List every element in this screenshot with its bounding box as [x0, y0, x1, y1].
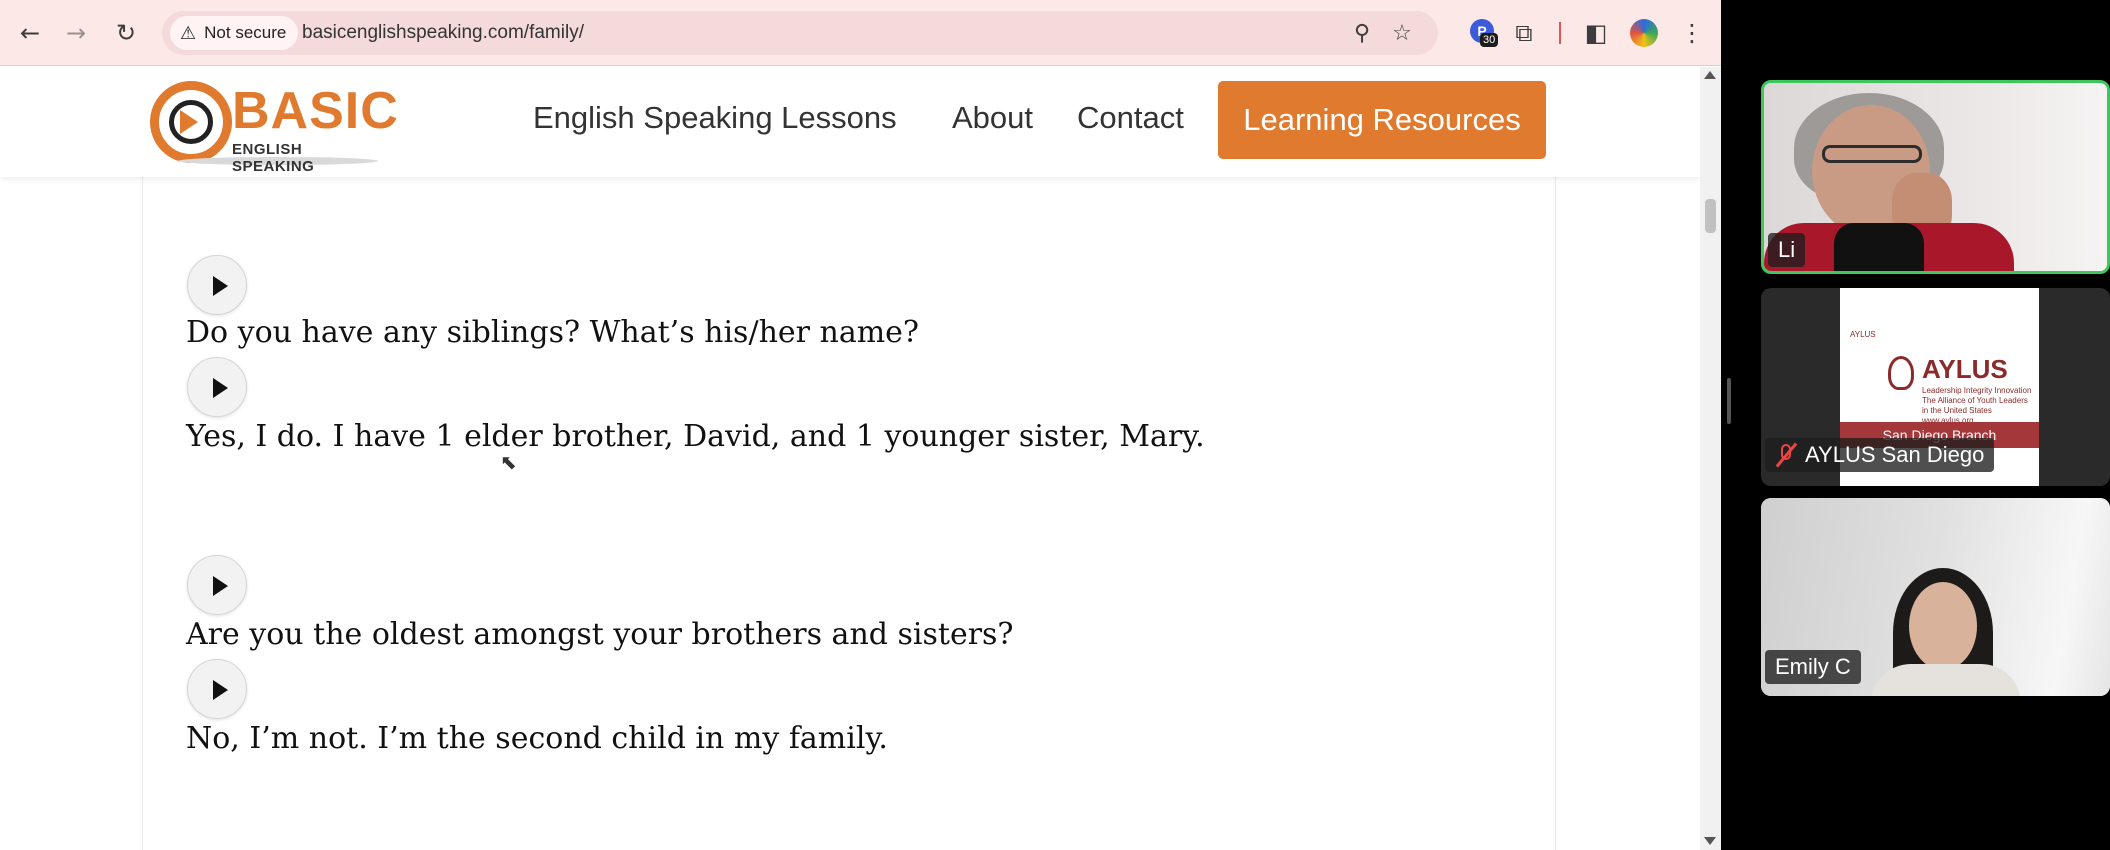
address-bar[interactable]: ⚠ Not secure basicenglishspeaking.com/fa… — [162, 11, 1438, 55]
dialogue-line: Are you the oldest amongst your brothers… — [186, 617, 1014, 652]
learning-resources-button[interactable]: Learning Resources — [1218, 81, 1546, 159]
forward-icon[interactable]: → — [58, 15, 94, 51]
scroll-up-arrow-icon[interactable] — [1704, 71, 1716, 79]
aylus-brand: AYLUS — [1922, 354, 2008, 384]
site-info-chip[interactable]: ⚠ Not secure — [170, 16, 299, 50]
participant-name-tag: Emily C — [1765, 650, 1861, 684]
participant-name: Li — [1778, 237, 1796, 262]
participant-shirt — [1834, 223, 1924, 271]
more-menu-icon[interactable]: ⋮ — [1674, 15, 1710, 51]
browser-toolbar: ← → ↻ ⚠ Not secure basicenglishspeaking.… — [0, 0, 1721, 66]
audio-play-button[interactable] — [187, 255, 247, 315]
scroll-down-arrow-icon[interactable] — [1704, 837, 1716, 845]
nav-contact[interactable]: Contact — [1077, 100, 1184, 136]
logo-word: BASIC — [232, 82, 399, 140]
participant-tile-aylus[interactable]: AYLUS AYLUS Leadership Integrity Innovat… — [1761, 288, 2110, 486]
participant-body — [1871, 664, 2021, 696]
side-panel-icon[interactable]: ◧ — [1578, 15, 1614, 51]
mic-muted-icon — [1775, 442, 1798, 468]
participant-tile-emily[interactable]: Emily C — [1761, 498, 2110, 696]
audio-play-button[interactable] — [187, 555, 247, 615]
puzzle-icon[interactable]: ⧉ — [1506, 15, 1542, 51]
mouse-cursor-icon: ⬉ — [500, 450, 517, 474]
audio-play-button[interactable] — [187, 659, 247, 719]
participant-name-tag: AYLUS San Diego — [1765, 438, 1995, 472]
participant-name-tag: Li — [1768, 233, 1806, 267]
dialogue-line: Yes, I do. I have 1 elder brother, David… — [186, 419, 1205, 454]
site-logo[interactable]: BASIC ENGLISH SPEAKING — [148, 75, 398, 175]
zoom-icon[interactable]: ⚲ — [1348, 19, 1376, 47]
logo-play-icon — [150, 81, 232, 163]
url-text[interactable]: basicenglishspeaking.com/family/ — [302, 22, 584, 44]
back-icon[interactable]: ← — [12, 15, 48, 51]
lightbulb-icon — [1888, 356, 1914, 390]
profile-icon[interactable] — [1630, 19, 1658, 47]
not-secure-label: Not secure — [204, 23, 287, 42]
nav-about[interactable]: About — [952, 100, 1033, 136]
participant-name: AYLUS San Diego — [1805, 442, 1985, 467]
nav-english-speaking-lessons[interactable]: English Speaking Lessons — [533, 100, 897, 136]
participant-face — [1909, 582, 1977, 670]
bookmark-star-icon[interactable]: ☆ — [1388, 19, 1416, 47]
audio-play-button[interactable] — [187, 357, 247, 417]
reload-icon[interactable]: ↻ — [108, 15, 144, 51]
aylus-tagline: Leadership Integrity Innovation The Alli… — [1922, 386, 2032, 425]
video-gallery: Li AYLUS AYLUS Leadership Integrity Inno… — [1721, 0, 2110, 850]
dialogue-line: Do you have any siblings? What’s his/her… — [186, 315, 920, 350]
extension-icon[interactable]: P 30 — [1470, 19, 1500, 49]
participant-glasses — [1822, 145, 1922, 163]
panel-resize-handle[interactable] — [1727, 378, 1731, 424]
site-header: BASIC ENGLISH SPEAKING English Speaking … — [0, 67, 1700, 177]
page-scrollbar[interactable] — [1700, 67, 1721, 850]
dialogue-line: No, I’m not. I’m the second child in my … — [186, 721, 888, 756]
toolbar-separator — [1559, 22, 1561, 44]
logo-subtitle: ENGLISH SPEAKING — [232, 141, 315, 175]
extension-badge-count: 30 — [1480, 33, 1499, 47]
browser-window: ← → ↻ ⚠ Not secure basicenglishspeaking.… — [0, 0, 1721, 850]
aylus-small-label: AYLUS — [1850, 330, 1876, 339]
participant-name: Emily C — [1775, 654, 1851, 679]
logo-play-triangle — [180, 110, 198, 134]
scroll-thumb[interactable] — [1705, 199, 1716, 233]
participant-tile-li[interactable]: Li — [1761, 80, 2110, 274]
page-viewport: BASIC ENGLISH SPEAKING English Speaking … — [0, 67, 1700, 850]
warning-icon: ⚠ — [180, 22, 197, 44]
